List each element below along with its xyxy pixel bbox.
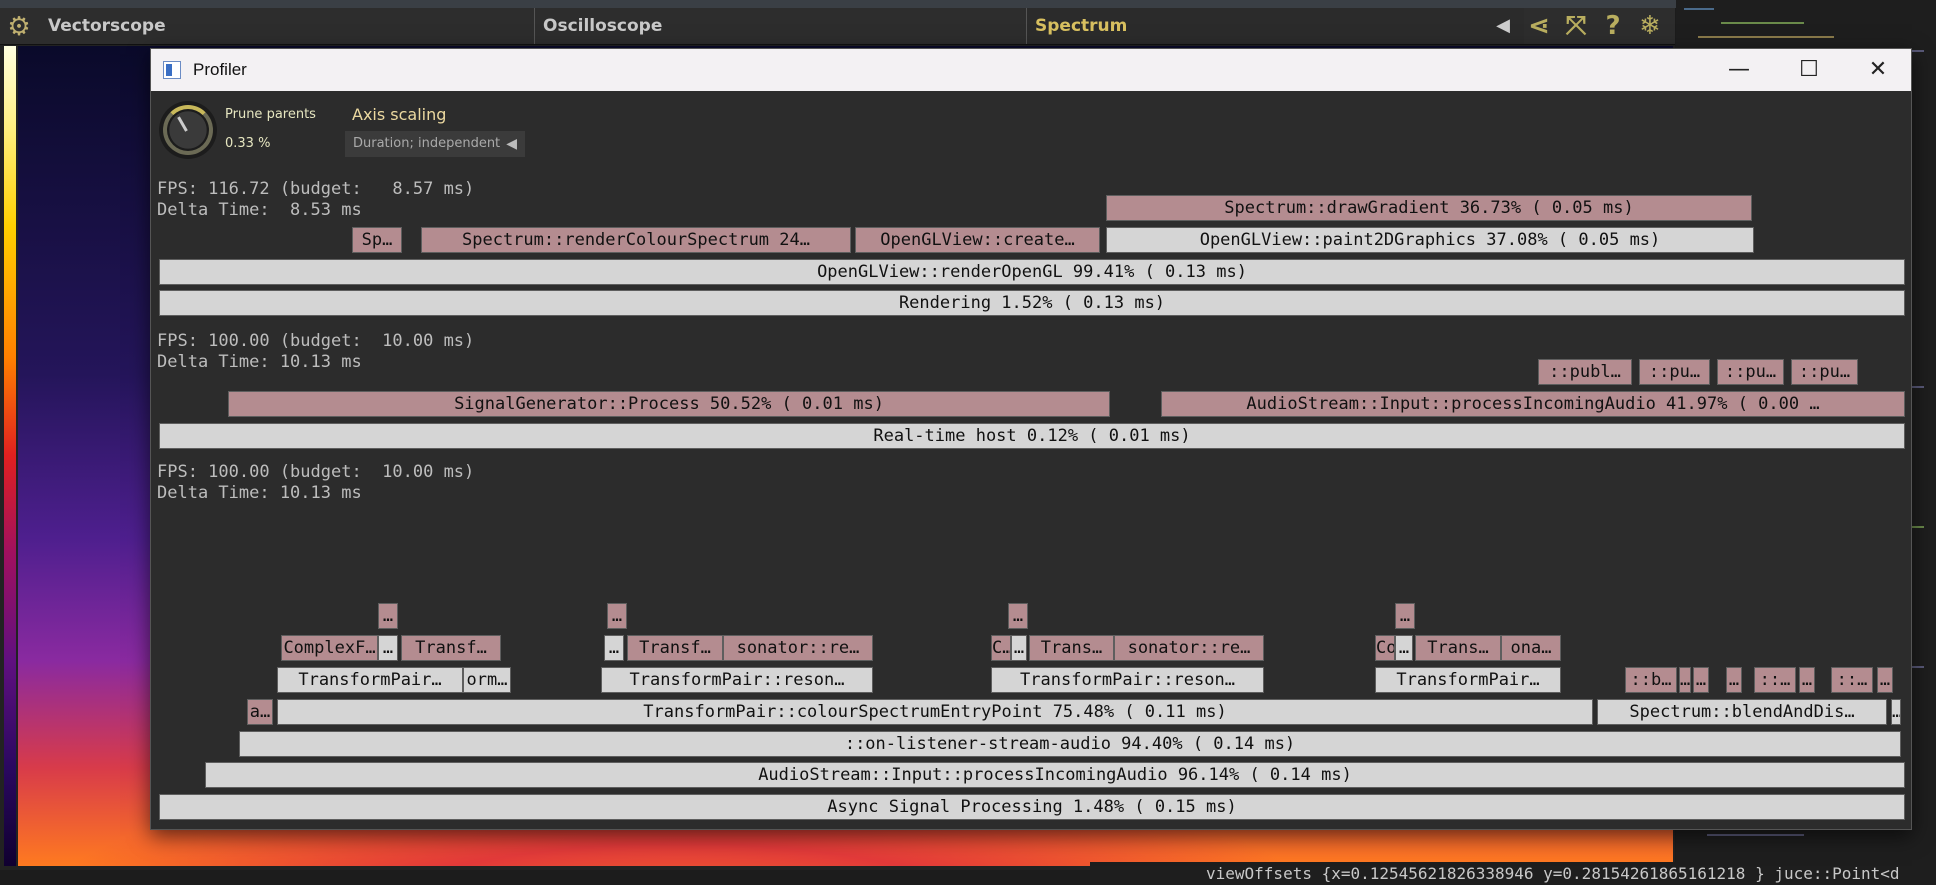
profile-block[interactable]: ona… — [1501, 635, 1561, 661]
profile-block[interactable]: … — [1011, 635, 1027, 661]
profile-block[interactable]: Spectrum::blendAndDis… — [1597, 699, 1887, 725]
fps-readout: FPS: 100.00 (budget: 10.00 ms) — [157, 462, 475, 482]
profile-block[interactable]: Rendering 1.52% ( 0.13 ms) — [159, 290, 1905, 316]
minimize-button[interactable]: — — [1704, 49, 1774, 91]
code-line — [1721, 22, 1804, 24]
colour-scale-bar — [4, 46, 16, 866]
profile-block[interactable]: Spectrum::drawGradient 36.73% ( 0.05 ms) — [1106, 195, 1752, 221]
profile-block[interactable]: Transf… — [401, 635, 501, 661]
fps-readout: FPS: 100.00 (budget: 10.00 ms) — [157, 331, 475, 351]
profile-block[interactable]: sonator::re… — [723, 635, 873, 661]
profile-block[interactable]: TransformPair… — [1375, 667, 1561, 693]
profile-block[interactable]: … — [604, 635, 624, 661]
profile-block[interactable]: TransformPair::reson… — [601, 667, 873, 693]
dropdown-arrow-icon: ◀ — [506, 136, 517, 152]
maximize-button[interactable]: ☐ — [1774, 49, 1844, 91]
gear-icon[interactable]: ⚙ — [4, 12, 34, 42]
axis-scaling-value: Duration; independent — [353, 136, 501, 151]
snowflake-icon[interactable]: ❄ — [1634, 10, 1666, 42]
code-line — [1684, 8, 1714, 10]
profile-block[interactable]: … — [1891, 699, 1901, 725]
profile-block[interactable]: ::b… — [1625, 667, 1677, 693]
profile-block[interactable]: Async Signal Processing 1.48% ( 0.15 ms) — [159, 794, 1905, 820]
profile-block[interactable]: Co… — [1375, 635, 1395, 661]
delta-time-readout: Delta Time: 10.13 ms — [157, 352, 362, 372]
profile-block[interactable]: … — [1395, 635, 1413, 661]
delta-time-readout: Delta Time: 8.53 ms — [157, 200, 362, 220]
profile-block[interactable]: … — [1679, 667, 1691, 693]
profile-block[interactable]: C… — [991, 635, 1011, 661]
profile-block[interactable]: Trans… — [1415, 635, 1501, 661]
profile-block[interactable]: OpenGLView::paint2DGraphics 37.08% ( 0.0… — [1106, 227, 1754, 253]
profile-block[interactable]: ::publ… — [1538, 359, 1632, 385]
profile-block[interactable]: … — [1877, 667, 1893, 693]
profile-block[interactable]: OpenGLView::create… — [855, 227, 1100, 253]
prune-knob[interactable] — [159, 101, 217, 159]
profile-block[interactable]: ComplexF… — [281, 635, 378, 661]
profile-block[interactable]: TransformPair… — [277, 667, 463, 693]
fps-readout: FPS: 116.72 (budget: 8.57 ms) — [157, 179, 475, 199]
profile-block[interactable]: ::pu… — [1639, 359, 1710, 385]
prune-label: Prune parents — [225, 107, 316, 122]
top-strip — [0, 0, 1936, 8]
fullscreen-icon[interactable]: ⤧ — [1560, 10, 1592, 42]
profile-block[interactable]: … — [1726, 667, 1742, 693]
tab-label: Oscilloscope — [543, 16, 663, 36]
tab-spectrum[interactable]: Spectrum — [1027, 8, 1524, 44]
back-arrow-icon[interactable]: ◀ — [1487, 10, 1519, 42]
axis-scaling-select[interactable]: Duration; independent ◀ — [345, 131, 525, 157]
tab-label: Vectorscope — [48, 16, 166, 36]
profile-block[interactable]: … — [607, 603, 627, 629]
profile-block[interactable]: ::… — [1831, 667, 1873, 693]
profile-block[interactable]: Transf… — [627, 635, 723, 661]
profile-block[interactable]: … — [378, 635, 398, 661]
profile-block[interactable]: OpenGLView::renderOpenGL 99.41% ( 0.13 m… — [159, 259, 1905, 285]
title-bar[interactable]: Profiler — ☐ ✕ — [151, 49, 1911, 91]
axis-scaling-label: Axis scaling — [352, 105, 447, 124]
profile-block[interactable]: Real-time host 0.12% ( 0.01 ms) — [159, 423, 1905, 449]
profile-block[interactable]: … — [1799, 667, 1815, 693]
profile-block[interactable]: … — [1008, 603, 1028, 629]
profile-block[interactable]: orm… — [463, 667, 511, 693]
profile-block[interactable]: ::pu… — [1791, 359, 1858, 385]
code-line — [1707, 834, 1804, 836]
profile-block[interactable]: sonator::re… — [1114, 635, 1264, 661]
close-button[interactable]: ✕ — [1843, 49, 1911, 91]
delta-time-readout: Delta Time: 10.13 ms — [157, 483, 362, 503]
debug-watch-line: viewOffsets {x=0.12545621826338946 y=0.2… — [1090, 862, 1936, 885]
tab-bar: ⚙ Vectorscope Oscilloscope Spectrum ◀ ⋖ … — [0, 8, 1675, 45]
profile-block[interactable]: Trans… — [1029, 635, 1114, 661]
profile-block[interactable]: AudioStream::Input::processIncomingAudio… — [1161, 391, 1905, 417]
code-line — [1698, 36, 1834, 38]
profile-block[interactable]: ::pu… — [1717, 359, 1784, 385]
profile-block[interactable]: ::on-listener-stream-audio 94.40% ( 0.14… — [239, 731, 1901, 757]
prune-value: 0.33 % — [225, 136, 271, 151]
profiler-window: Profiler — ☐ ✕ Prune parents 0.33 % Axis… — [150, 48, 1912, 830]
profile-block[interactable]: … — [1693, 667, 1709, 693]
debug-text: viewOffsets {x=0.12545621826338946 y=0.2… — [1206, 864, 1900, 883]
profile-block[interactable]: … — [1395, 603, 1415, 629]
profile-block[interactable]: Spectrum::renderColourSpectrum 24… — [421, 227, 851, 253]
profile-block[interactable]: … — [378, 603, 398, 629]
help-icon[interactable]: ? — [1597, 10, 1629, 42]
window-title: Profiler — [193, 60, 247, 79]
profile-block[interactable]: a… — [247, 699, 273, 725]
tab-vectorscope[interactable]: Vectorscope — [40, 8, 535, 44]
profile-block[interactable]: SignalGenerator::Process 50.52% ( 0.01 m… — [228, 391, 1110, 417]
tab-oscilloscope[interactable]: Oscilloscope — [535, 8, 1027, 44]
tab-label: Spectrum — [1035, 16, 1128, 36]
app-icon — [163, 61, 181, 79]
profile-block[interactable]: AudioStream::Input::processIncomingAudio… — [205, 762, 1905, 788]
profile-block[interactable]: ::… — [1754, 667, 1796, 693]
share-icon[interactable]: ⋖ — [1523, 10, 1555, 42]
profile-block[interactable]: TransformPair::reson… — [991, 667, 1264, 693]
profile-block[interactable]: TransformPair::colourSpectrumEntryPoint … — [277, 699, 1593, 725]
profile-block[interactable]: Sp… — [352, 227, 402, 253]
